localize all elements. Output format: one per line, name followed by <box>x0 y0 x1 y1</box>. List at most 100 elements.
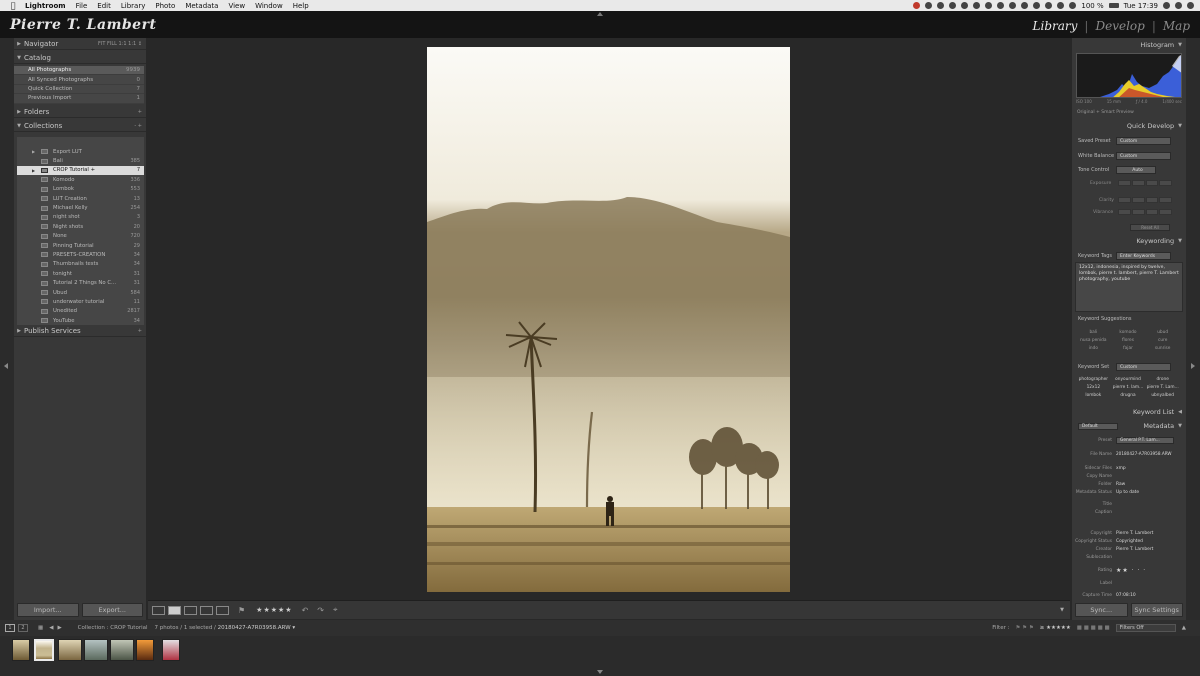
rotate-right-icon[interactable]: ↷ <box>317 606 324 615</box>
rotate-left-icon[interactable]: ↶ <box>302 606 309 615</box>
collection-item[interactable]: Komodo 336 <box>17 175 144 184</box>
keyword-suggestion[interactable]: nusa penida <box>1076 338 1111 343</box>
compare-view-icon[interactable] <box>184 605 197 615</box>
histogram-header[interactable]: Histogram ▼ <box>1072 39 1186 51</box>
keyword-list-header[interactable]: Keyword List ◀ <box>1072 406 1186 418</box>
apple-menu-icon[interactable]:  <box>6 1 20 10</box>
keywording-header[interactable]: Keywording ▼ <box>1072 235 1186 247</box>
keyword-set-item[interactable]: drugna <box>1111 393 1146 398</box>
sync-settings-button[interactable]: Sync Settings <box>1130 603 1183 617</box>
keyword-suggestion[interactable]: sunrise <box>1145 346 1180 351</box>
keyword-set-item[interactable]: pierre t. lam... <box>1111 385 1146 390</box>
menu-photo[interactable]: Photo <box>155 2 175 10</box>
status-icon[interactable] <box>913 2 921 9</box>
collection-item[interactable]: Lombok 553 <box>17 185 144 194</box>
right-panel-toggle-icon[interactable] <box>1191 363 1195 369</box>
menu-edit[interactable]: Edit <box>97 2 111 10</box>
filmstrip-thumbnail[interactable] <box>110 639 134 661</box>
metadata-preset-dropdown[interactable]: General P.T. Lam... <box>1116 436 1174 444</box>
filmstrip-thumbnail[interactable] <box>136 639 154 661</box>
auto-tone-button[interactable]: Auto <box>1116 166 1156 174</box>
collection-item[interactable]: Thumbnails tests 34 <box>17 260 144 269</box>
filmstrip-thumbnail[interactable] <box>12 639 30 661</box>
filmstrip-thumbnail-selected[interactable] <box>34 639 54 661</box>
left-panel-toggle-icon[interactable] <box>4 363 8 369</box>
menu-library[interactable]: Library <box>121 2 145 10</box>
menu-lightroom[interactable]: Lightroom <box>25 2 66 10</box>
grid-icon[interactable]: ▦ <box>38 625 43 631</box>
rating-stars[interactable]: ★★★★★ <box>256 606 292 614</box>
module-develop[interactable]: Develop <box>1095 19 1144 33</box>
metadata-value[interactable]: 07:08:10 <box>1116 593 1184 598</box>
collection-item[interactable]: tonight 31 <box>17 269 144 278</box>
status-icon[interactable] <box>973 2 981 9</box>
keywords-textarea[interactable]: 12x12, indonesia, inspired by twelve, lo… <box>1075 262 1183 312</box>
navigator-header[interactable]: ▶ Navigator FIT FILL 1:1 1:1 ↕ <box>14 38 146 50</box>
collection-item[interactable]: Pinning Tutorial 29 <box>17 241 144 250</box>
keyword-suggestion[interactable]: indo <box>1076 346 1111 351</box>
source-path[interactable]: Collection : CROP Tutorial 7 photos / 1 … <box>78 625 296 631</box>
catalog-item-all-synced[interactable]: All Synced Photographs 0 <box>14 75 144 85</box>
catalog-item-all-photographs[interactable]: All Photographs 9939 <box>14 66 144 76</box>
status-icon[interactable] <box>937 2 945 9</box>
filter-flags-icon[interactable]: ⚑ ⚑ ⚑ <box>1015 625 1033 631</box>
status-icon[interactable] <box>985 2 993 9</box>
status-icon[interactable] <box>925 2 933 9</box>
metadata-value[interactable]: Pierre T. Lambert <box>1116 547 1184 552</box>
keyword-suggestion[interactable]: fajar <box>1111 346 1146 351</box>
loupe-view-icon[interactable] <box>168 605 181 615</box>
collection-item[interactable]: YouTube 34 <box>17 316 144 325</box>
expand-triangle-icon[interactable]: ▶ <box>32 149 35 154</box>
collection-item[interactable]: Michael Kelly 254 <box>17 203 144 212</box>
keyword-set-item[interactable]: drone <box>1145 377 1180 382</box>
menu-view[interactable]: View <box>228 2 245 10</box>
keyword-set-item[interactable]: lombok <box>1076 393 1111 398</box>
collection-item[interactable]: ▶ Export LUT <box>17 147 144 156</box>
metadata-view-dropdown[interactable]: Default <box>1078 422 1118 430</box>
exposure-buttons[interactable] <box>1118 180 1172 186</box>
battery-text[interactable]: 100 % <box>1081 2 1103 10</box>
top-panel-toggle-icon[interactable] <box>597 12 603 16</box>
keyword-suggestion[interactable]: flores <box>1111 338 1146 343</box>
collection-item[interactable]: Tutorial 2 Things No C... 31 <box>17 278 144 287</box>
filmstrip-toggle-icon[interactable] <box>597 670 603 674</box>
keyword-suggestion[interactable]: cure <box>1145 338 1180 343</box>
flag-icon[interactable]: ⚑ <box>238 606 245 615</box>
survey-view-icon[interactable] <box>200 605 213 615</box>
collections-header[interactable]: ▼ Collections - + <box>14 120 146 132</box>
catalog-item-previous-import[interactable]: Previous Import 1 <box>14 94 144 104</box>
collections-search-field[interactable] <box>17 137 144 146</box>
collection-item[interactable]: Ubud 584 <box>17 288 144 297</box>
filmstrip-thumbnail[interactable] <box>162 639 180 661</box>
keyword-tags-dropdown[interactable]: Enter Keywords <box>1116 252 1171 260</box>
menu-file[interactable]: File <box>76 2 88 10</box>
metadata-value[interactable]: Copyrighted <box>1116 539 1184 544</box>
collection-item[interactable]: Bali 385 <box>17 156 144 165</box>
import-button[interactable]: Import... <box>17 603 79 617</box>
primary-window-button[interactable]: 1 <box>5 624 15 632</box>
clock-text[interactable]: Tue 17:39 <box>1124 2 1158 10</box>
catalog-item-quick-collection[interactable]: Quick Collection 7 <box>14 84 144 95</box>
menu-help[interactable]: Help <box>293 2 309 10</box>
volume-icon[interactable] <box>1069 2 1077 9</box>
cloud-icon[interactable] <box>949 2 957 9</box>
publish-services-header[interactable]: ▶ Publish Services + <box>14 325 146 337</box>
collection-item[interactable]: night shot 3 <box>17 213 144 222</box>
status-icon[interactable] <box>1033 2 1041 9</box>
metadata-rating-stars[interactable]: ★★ · · · <box>1116 567 1184 574</box>
filter-color-labels[interactable]: ■ ■ ■ ■ ■ <box>1077 625 1110 631</box>
wifi-icon[interactable] <box>1057 2 1065 9</box>
user-icon[interactable] <box>1175 2 1182 9</box>
keyword-suggestion[interactable]: bali <box>1076 330 1111 335</box>
keyword-set-item[interactable]: 12x12 <box>1076 385 1111 390</box>
keyword-set-item[interactable]: ubnyalbed <box>1145 393 1180 398</box>
crop-overlay-icon[interactable]: ⌖ <box>333 605 338 615</box>
collection-item-selected[interactable]: ▶ CROP Tutorial + 7 <box>17 165 144 176</box>
keyword-set-item[interactable]: onyourmind <box>1111 377 1146 382</box>
saved-preset-dropdown[interactable]: Custom <box>1116 137 1171 145</box>
grid-view-icon[interactable] <box>152 605 165 615</box>
status-icon[interactable] <box>1045 2 1053 9</box>
quick-develop-header[interactable]: Quick Develop ▼ <box>1072 120 1186 132</box>
module-map[interactable]: Map <box>1163 19 1190 33</box>
collection-item[interactable]: PRESETS-CREATION 34 <box>17 250 144 259</box>
